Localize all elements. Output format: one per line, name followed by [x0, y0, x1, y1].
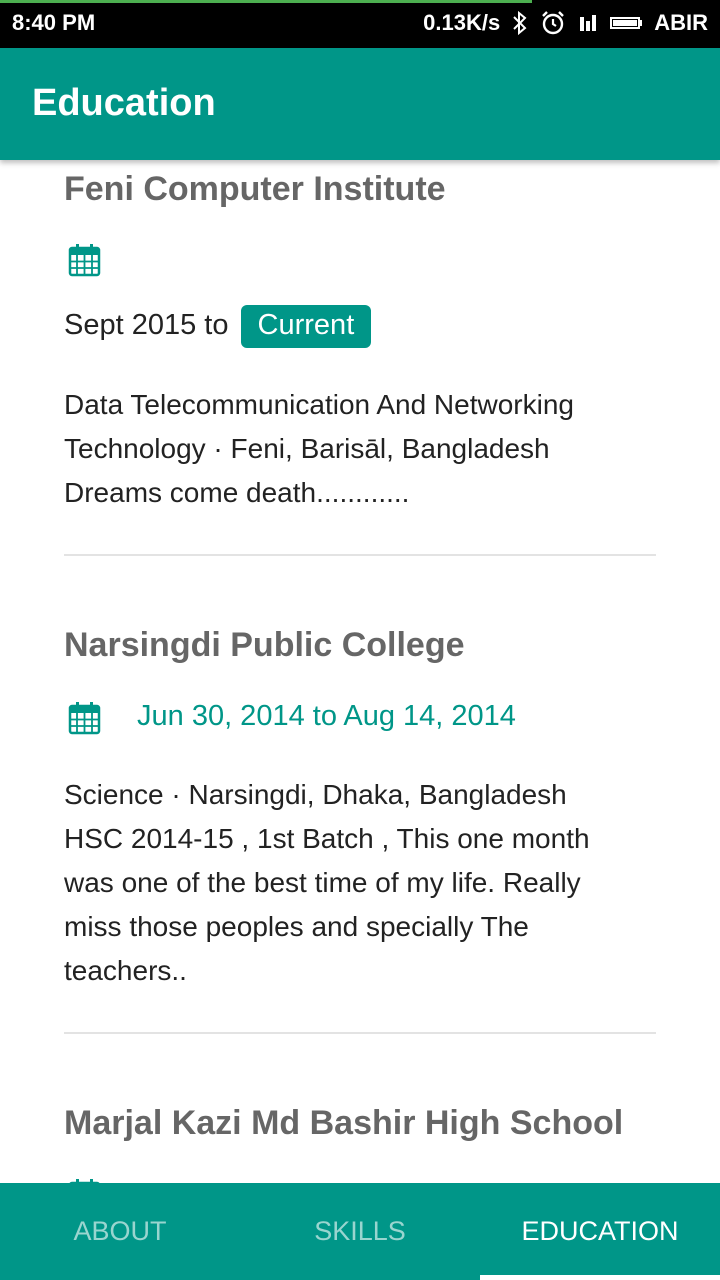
divider: [64, 554, 656, 556]
battery-icon: [610, 16, 643, 30]
current-badge: Current: [240, 305, 372, 348]
school-title: Narsingdi Public College: [64, 626, 465, 664]
status-time: 8:40 PM: [12, 10, 96, 35]
network-speed: 0.13K/s: [423, 10, 501, 35]
carrier-name: ABIR: [654, 10, 708, 35]
tab-about[interactable]: ABOUT: [0, 1183, 240, 1280]
tab-education[interactable]: EDUCATION: [480, 1183, 720, 1280]
tab-skills[interactable]: SKILLS: [240, 1183, 480, 1280]
app-bar: Education: [0, 48, 720, 160]
alarm-icon: [540, 10, 566, 36]
bottom-tab-bar: ABOUT SKILLS EDUCATION: [0, 1183, 720, 1280]
active-tab-indicator: [480, 1275, 720, 1280]
education-list[interactable]: Feni Computer Institute Sept 2015 to Cur…: [0, 160, 720, 1184]
description-line: was one of the best time of my life. Rea…: [64, 867, 581, 898]
status-indicators: 0.13K/s ABIR: [423, 10, 708, 36]
description: Data Telecommunication And Networking Te…: [64, 383, 656, 515]
description: Science · Narsingdi, Dhaka, Bangladesh H…: [64, 773, 656, 993]
status-bar: 8:40 PM 0.13K/s ABIR: [0, 0, 720, 48]
school-title: Feni Computer Institute: [64, 170, 446, 208]
school-title: Marjal Kazi Md Bashir High School: [64, 1104, 624, 1142]
date-start: Sept 2015 to: [64, 309, 229, 341]
description-line: Data Telecommunication And Networking: [64, 389, 574, 420]
date-range: Jun 30, 2014 to Aug 14, 2014: [137, 700, 516, 732]
calendar-icon: [68, 244, 101, 277]
description-line: Dreams come death............: [64, 477, 410, 508]
description-line: Technology · Feni, Barisāl, Bangladesh: [64, 433, 550, 464]
signal-icon: [578, 13, 598, 33]
description-line: miss those peoples and specially The: [64, 911, 529, 942]
description-line: HSC 2014-15 , 1st Batch , This one month: [64, 823, 590, 854]
calendar-icon: [68, 702, 101, 735]
page-title: Education: [32, 82, 216, 124]
page-load-progress: [0, 0, 532, 3]
divider: [64, 1032, 656, 1034]
description-line: teachers..: [64, 955, 187, 986]
description-line: Science · Narsingdi, Dhaka, Bangladesh: [64, 779, 567, 810]
bluetooth-icon: [512, 11, 528, 35]
date-range: Sept 2015 to Current: [64, 305, 372, 348]
